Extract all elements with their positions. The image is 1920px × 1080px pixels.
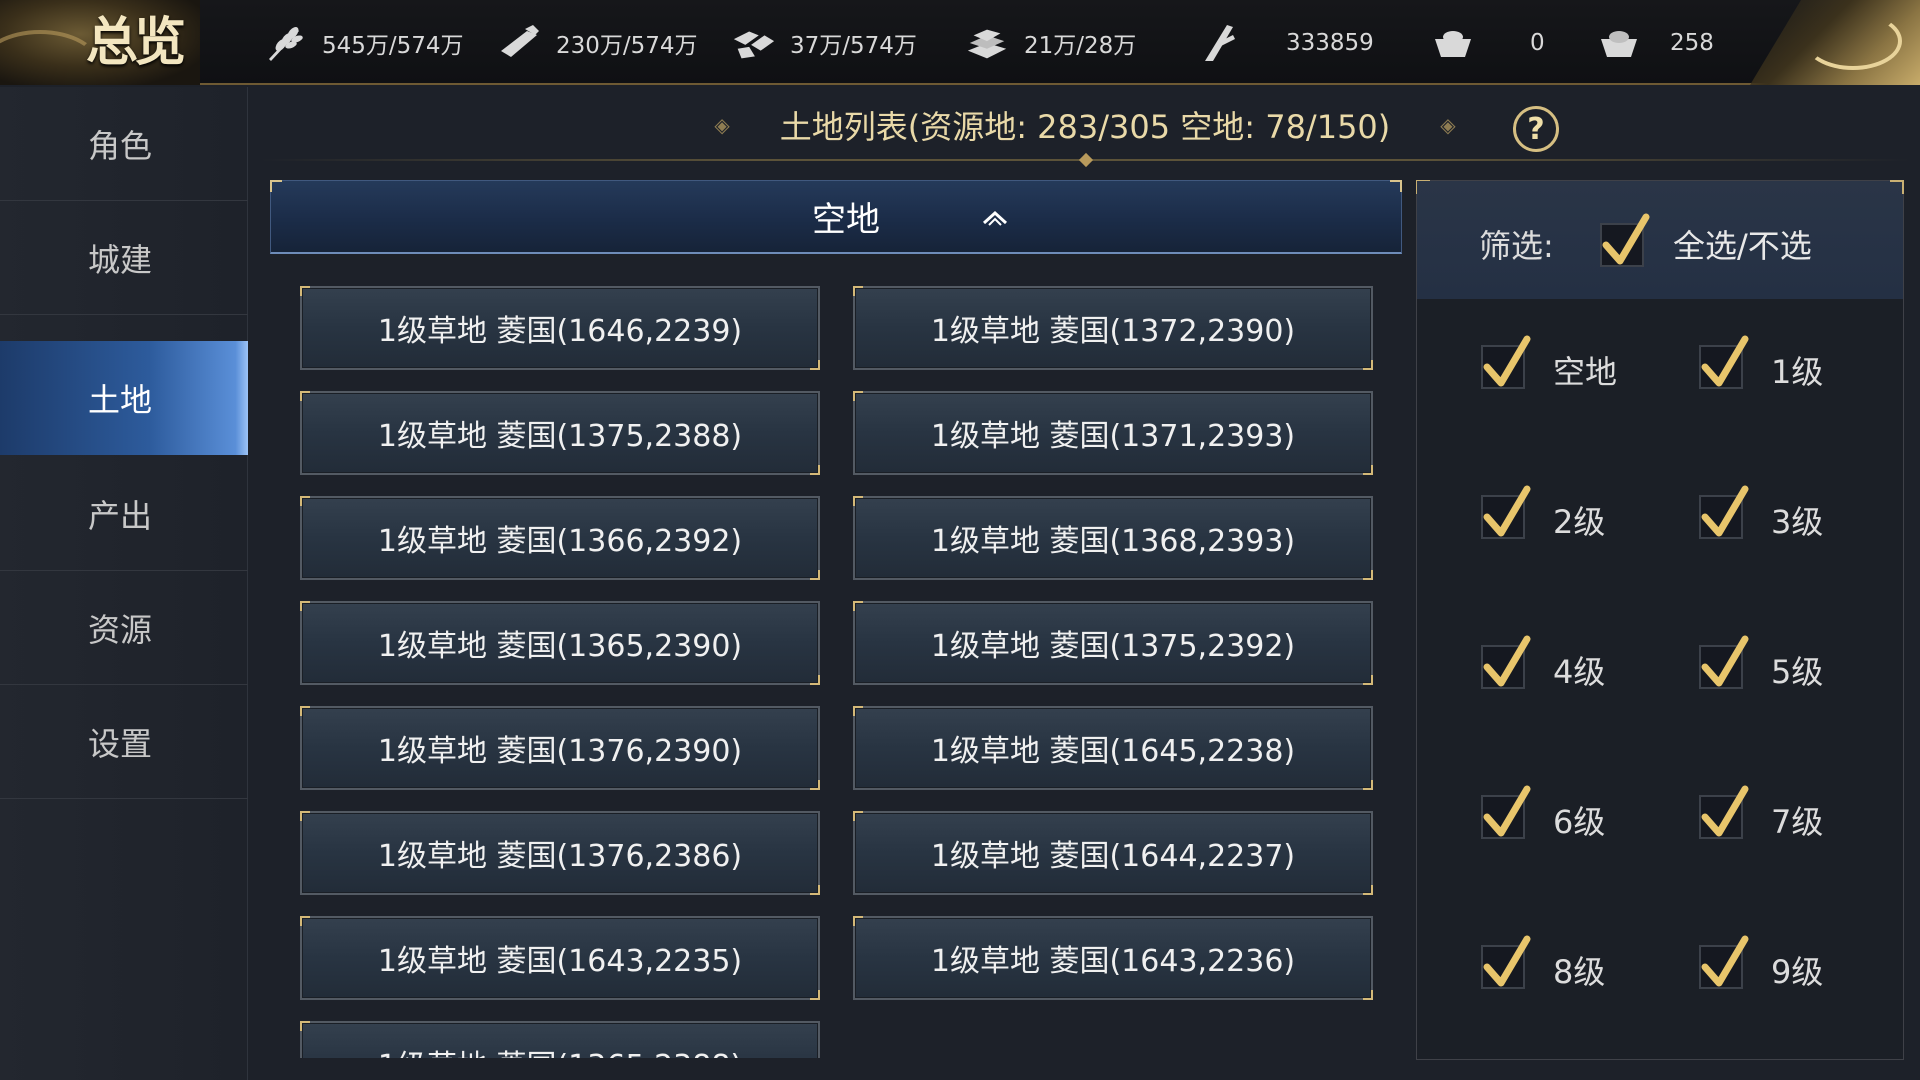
resource-value: 333859 bbox=[1286, 29, 1374, 56]
filter-label: 筛选: bbox=[1479, 227, 1554, 265]
land-item[interactable]: 1级草地 菱国(1375,2388) bbox=[300, 391, 820, 475]
resource-value: 37万/574万 bbox=[790, 32, 917, 59]
resource-value: 21万/28万 bbox=[1024, 32, 1137, 59]
filter-option-label[interactable]: 4级 bbox=[1553, 647, 1605, 693]
sidebar-item-settings[interactable]: 设置 bbox=[0, 685, 248, 799]
filter-checkbox-level-2[interactable] bbox=[1481, 485, 1531, 539]
checkmark-icon bbox=[1701, 485, 1749, 537]
sidebar-item-label: 角色 bbox=[88, 126, 153, 165]
sidebar-item-label: 资源 bbox=[88, 610, 153, 649]
filter-checkbox-level-1[interactable] bbox=[1699, 335, 1749, 389]
sidebar-item-land[interactable]: 土地 bbox=[0, 341, 248, 455]
filter-option-label[interactable]: 9级 bbox=[1771, 947, 1823, 993]
sidebar-item-resources[interactable]: 资源 bbox=[0, 571, 248, 685]
sidebar-item-label: 产出 bbox=[88, 496, 153, 535]
sidebar-item-output[interactable]: 产出 bbox=[0, 457, 248, 571]
resource-copper[interactable]: 333859 bbox=[1196, 0, 1374, 85]
page-title: 土地列表(资源地: 283/305 空地: 78/150) bbox=[779, 108, 1391, 146]
filter-checkbox-level-6[interactable] bbox=[1481, 785, 1531, 839]
section-title: 空地 bbox=[812, 200, 880, 240]
land-item[interactable]: 1级草地 菱国(1643,2235) bbox=[300, 916, 820, 1000]
resource-value: 230万/574万 bbox=[556, 32, 698, 59]
filter-option-label[interactable]: 7级 bbox=[1771, 797, 1823, 843]
land-item[interactable]: 1级草地 菱国(1365,2388) bbox=[300, 1021, 820, 1058]
resource-silver[interactable]: 258 bbox=[1596, 0, 1714, 85]
chevron-up-icon[interactable] bbox=[979, 201, 1011, 233]
checkmark-icon bbox=[1701, 635, 1749, 687]
logo-text: 总览 bbox=[86, 12, 186, 73]
resource-stone[interactable]: 37万/574万 bbox=[730, 0, 917, 85]
copper-coin-icon bbox=[1196, 20, 1242, 66]
land-item[interactable]: 1级草地 菱国(1368,2393) bbox=[853, 496, 1373, 580]
filter-option-label[interactable]: 1级 bbox=[1771, 347, 1823, 393]
sidebar-item-label: 设置 bbox=[88, 724, 153, 763]
filter-option-label[interactable]: 5级 bbox=[1771, 647, 1823, 693]
resource-wood[interactable]: 230万/574万 bbox=[496, 0, 698, 85]
filter-option-label[interactable]: 8级 bbox=[1553, 947, 1605, 993]
select-all-checkbox[interactable] bbox=[1600, 213, 1650, 267]
land-item[interactable]: 1级草地 菱国(1375,2392) bbox=[853, 601, 1373, 685]
checkmark-icon bbox=[1483, 485, 1531, 537]
sidebar-item-character[interactable]: 角色 bbox=[0, 87, 248, 201]
silver-ingot-icon bbox=[1596, 20, 1642, 66]
filter-option-label[interactable]: 2级 bbox=[1553, 497, 1605, 543]
sidebar: 角色 城建 土地 产出 资源 设置 bbox=[0, 87, 248, 1080]
land-item[interactable]: 1级草地 菱国(1376,2390) bbox=[300, 706, 820, 790]
land-item[interactable]: 1级草地 菱国(1365,2390) bbox=[300, 601, 820, 685]
land-item[interactable]: 1级草地 菱国(1366,2392) bbox=[300, 496, 820, 580]
filter-checkbox-level-4[interactable] bbox=[1481, 635, 1531, 689]
ornament-left-icon: ◈ bbox=[714, 113, 730, 137]
checkmark-icon bbox=[1701, 935, 1749, 987]
list-header: ◈ 土地列表(资源地: 283/305 空地: 78/150) ◈ bbox=[250, 87, 1920, 163]
land-item[interactable]: 1级草地 菱国(1643,2236) bbox=[853, 916, 1373, 1000]
land-item[interactable]: 1级草地 菱国(1644,2237) bbox=[853, 811, 1373, 895]
filter-option-label[interactable]: 3级 bbox=[1771, 497, 1823, 543]
land-item[interactable]: 1级草地 菱国(1645,2238) bbox=[853, 706, 1373, 790]
resource-gold[interactable]: 0 bbox=[1430, 0, 1545, 85]
checkmark-icon bbox=[1483, 335, 1531, 387]
land-item[interactable]: 1级草地 菱国(1372,2390) bbox=[853, 286, 1373, 370]
filter-option-label[interactable]: 6级 bbox=[1553, 797, 1605, 843]
iron-icon bbox=[964, 20, 1010, 66]
sidebar-item-city-building[interactable]: 城建 bbox=[0, 201, 248, 315]
section-empty-land-header[interactable]: 空地 bbox=[270, 180, 1402, 254]
help-button[interactable]: ? bbox=[1513, 106, 1559, 152]
checkmark-icon bbox=[1701, 335, 1749, 387]
filter-panel: 筛选: 全选/不选 空地 1级 2级 3级 4级 5级 6级 7级 8级 9级 bbox=[1416, 180, 1904, 1060]
checkmark-icon bbox=[1483, 935, 1531, 987]
filter-checkbox-empty-land[interactable] bbox=[1481, 335, 1531, 389]
resource-wheat[interactable]: 545万/574万 bbox=[262, 0, 464, 85]
land-list-panel[interactable]: 空地 1级草地 菱国(1646,2239) 1级草地 菱国(1372,2390)… bbox=[270, 180, 1402, 1058]
select-all-label[interactable]: 全选/不选 bbox=[1673, 221, 1812, 267]
top-resource-bar: 总览 545万/574万 230万/574万 37万/574万 21万/28万 … bbox=[0, 0, 1920, 85]
land-item[interactable]: 1级草地 菱国(1371,2393) bbox=[853, 391, 1373, 475]
filter-option-label[interactable]: 空地 bbox=[1553, 347, 1617, 393]
resource-value: 545万/574万 bbox=[322, 32, 464, 59]
corner-ornament bbox=[1750, 0, 1920, 85]
wood-icon bbox=[496, 20, 542, 66]
stone-icon bbox=[730, 20, 776, 66]
filter-checkbox-level-5[interactable] bbox=[1699, 635, 1749, 689]
resource-value: 0 bbox=[1530, 29, 1545, 56]
overview-logo: 总览 bbox=[0, 0, 200, 85]
filter-header: 筛选: 全选/不选 bbox=[1417, 181, 1903, 299]
checkmark-icon bbox=[1701, 785, 1749, 837]
wheat-icon bbox=[262, 20, 308, 66]
resource-value: 258 bbox=[1670, 29, 1714, 56]
filter-checkbox-level-8[interactable] bbox=[1481, 935, 1531, 989]
ornament-right-icon: ◈ bbox=[1440, 113, 1456, 137]
checkmark-icon bbox=[1483, 785, 1531, 837]
land-item[interactable]: 1级草地 菱国(1646,2239) bbox=[300, 286, 820, 370]
filter-checkbox-level-3[interactable] bbox=[1699, 485, 1749, 539]
sidebar-item-label: 土地 bbox=[88, 381, 153, 419]
checkmark-icon bbox=[1483, 635, 1531, 687]
filter-checkbox-level-7[interactable] bbox=[1699, 785, 1749, 839]
resource-iron[interactable]: 21万/28万 bbox=[964, 0, 1136, 85]
land-item[interactable]: 1级草地 菱国(1376,2386) bbox=[300, 811, 820, 895]
filter-checkbox-level-9[interactable] bbox=[1699, 935, 1749, 989]
gold-ingot-icon bbox=[1430, 20, 1476, 66]
sidebar-item-label: 城建 bbox=[88, 240, 153, 279]
checkmark-icon bbox=[1602, 213, 1650, 265]
